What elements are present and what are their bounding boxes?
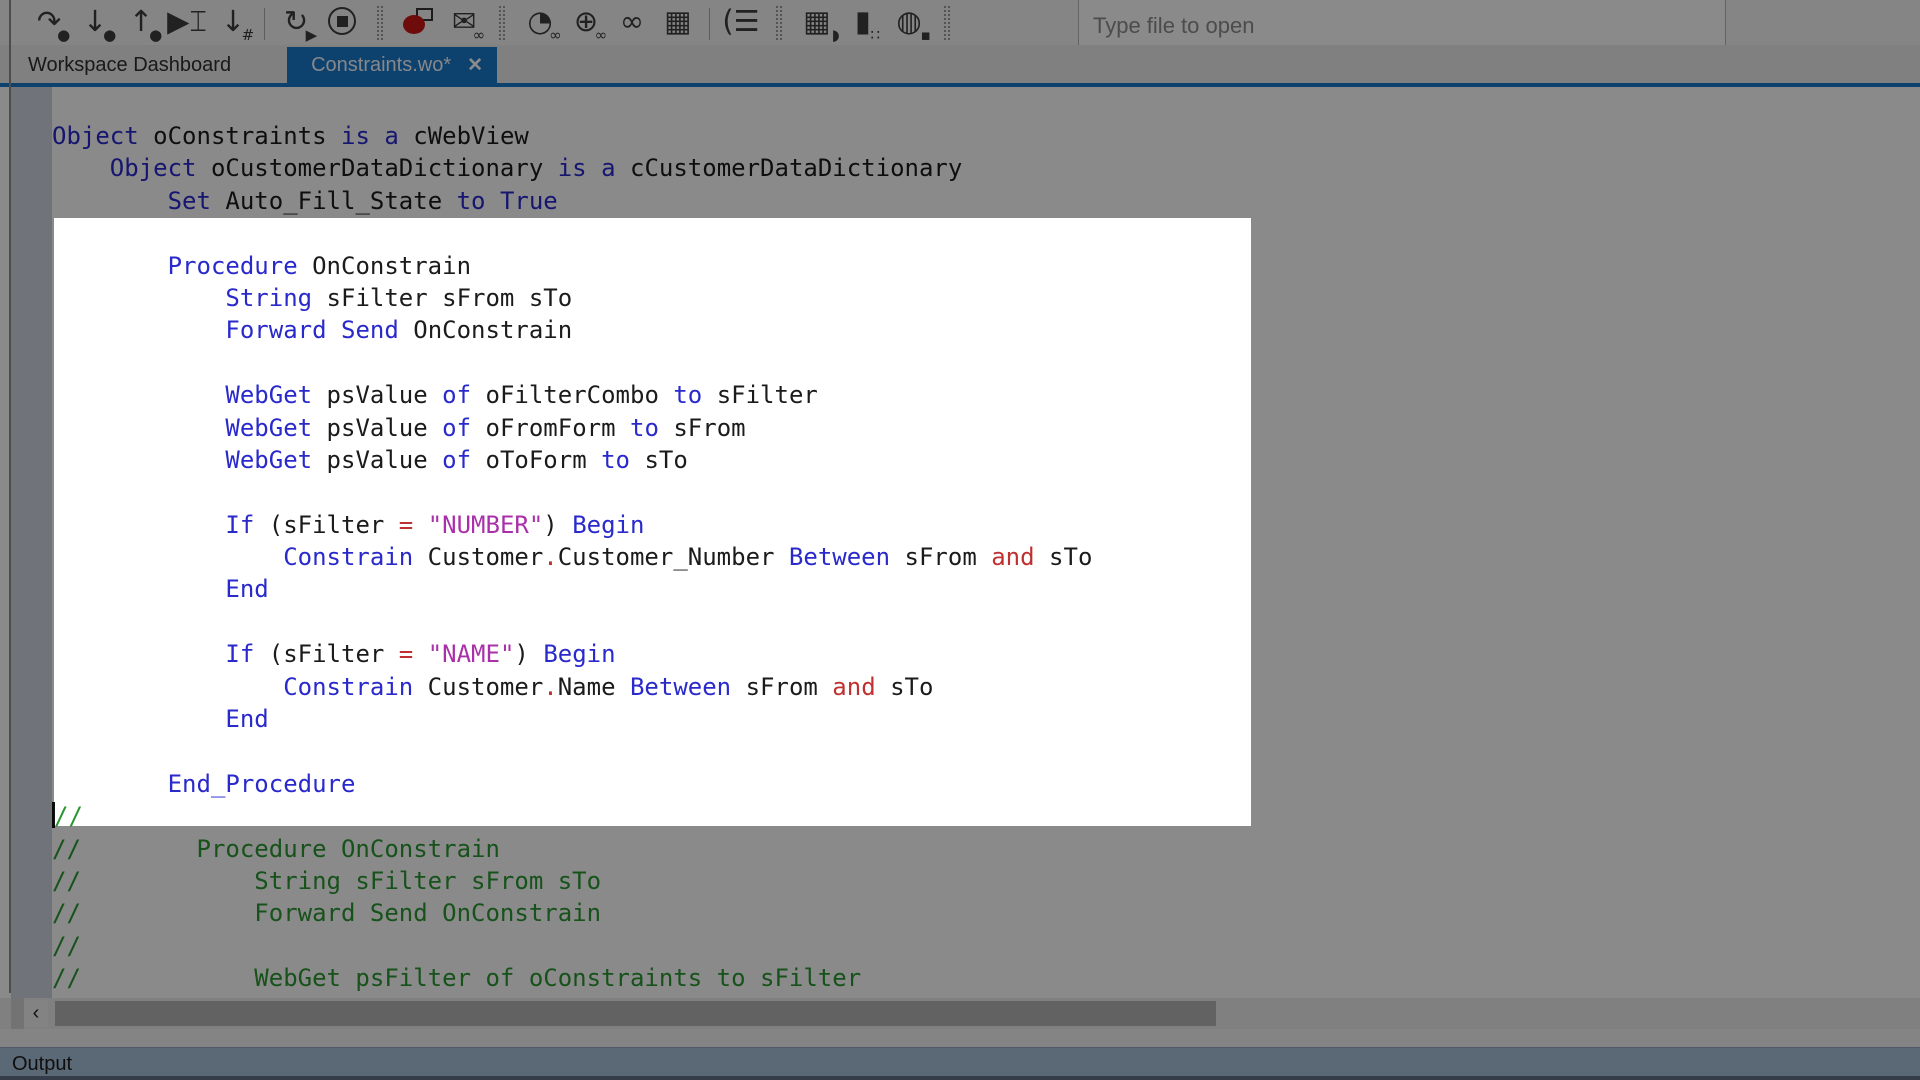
step-into-button[interactable]: ↓● xyxy=(72,0,118,44)
trace-message-icon: ✉∞ xyxy=(452,7,476,36)
stop-debugging-button[interactable] xyxy=(319,0,365,44)
toolbar-separator xyxy=(709,8,710,40)
toolbar-grip xyxy=(944,6,950,40)
code-line: Constrain Customer.Customer_Number Betwe… xyxy=(52,541,1092,573)
scrollbar-corner xyxy=(11,998,24,1029)
code-line: Set Auto_Fill_State to True xyxy=(52,185,1092,217)
code-line xyxy=(52,606,1092,638)
code-line: // WebGet psFilter of oConstraints to sF… xyxy=(52,962,1092,994)
code-line: Object oCustomerDataDictionary is a cCus… xyxy=(52,152,1092,184)
output-panel-label: Output xyxy=(0,1048,72,1076)
toggle-breakpoint-icon xyxy=(403,8,433,34)
toolbar-grip xyxy=(377,6,383,40)
tab-row: Workspace Dashboard Constraints.wo* ✕ xyxy=(0,45,1920,83)
panel-gap xyxy=(0,1029,1920,1047)
step-out-button[interactable]: ↑● xyxy=(118,0,164,44)
code-line: WebGet psValue of oFromForm to sFrom xyxy=(52,412,1092,444)
toggle-breakpoint-button[interactable] xyxy=(395,0,441,44)
watch-web-property-button[interactable]: ⊕∞ xyxy=(563,0,609,44)
watch-web-property-icon: ⊕∞ xyxy=(574,7,598,36)
database-builder-icon: ▮∷ xyxy=(855,7,871,36)
watch-expression-icon: ◔∞ xyxy=(527,7,552,36)
database-table-button[interactable]: ▦◗ xyxy=(794,0,840,44)
toolbar: ↷● ↓● ↑● ▶⌶ ↓# ↻▶ ✉∞ ◔∞ ⊕∞ ∞ ▦ (☰ ▦◗ ▮∷ ◍▪ xyxy=(0,0,1920,45)
code-line: String sFilter sFrom sTo xyxy=(52,282,1092,314)
tab-constraints-wo[interactable]: Constraints.wo* ✕ xyxy=(287,47,497,83)
scrollbar-thumb[interactable] xyxy=(55,1001,1216,1026)
stop-debugging-icon xyxy=(328,7,356,35)
call-stack-icon: (☰ xyxy=(722,7,759,36)
inspect-locals-icon: ∞ xyxy=(620,7,644,36)
database-builder-button[interactable]: ▮∷ xyxy=(840,0,886,44)
output-panel-edge xyxy=(0,1076,1920,1080)
database-table-icon: ▦◗ xyxy=(803,7,830,36)
trace-message-button[interactable]: ✉∞ xyxy=(441,0,487,44)
step-out-icon: ↑● xyxy=(129,7,153,36)
code-line: Procedure OnConstrain xyxy=(52,250,1092,282)
code-line: // String sFilter sFrom sTo xyxy=(52,865,1092,897)
code-line xyxy=(52,217,1092,249)
scroll-left-button[interactable]: ‹ xyxy=(24,1000,48,1027)
code-line: If (sFilter = "NAME") Begin xyxy=(52,638,1092,670)
code-editor[interactable]: Object oConstraints is a cWebView Object… xyxy=(52,120,1092,995)
tab-strip: Workspace Dashboard Constraints.wo* ✕ xyxy=(0,45,1920,83)
tab-label: Constraints.wo* xyxy=(311,54,451,77)
step-over-icon: ↷● xyxy=(37,7,61,36)
toolbar-grip xyxy=(499,6,505,40)
code-line: If (sFilter = "NUMBER") Begin xyxy=(52,509,1092,541)
code-line: WebGet psValue of oToForm to sTo xyxy=(52,444,1092,476)
tab-workspace-dashboard[interactable]: Workspace Dashboard xyxy=(10,47,249,83)
code-line xyxy=(52,347,1092,379)
web-database-button[interactable]: ◍▪ xyxy=(886,0,932,44)
toolbar-separator xyxy=(264,8,265,40)
code-line: End_Procedure xyxy=(52,768,1092,800)
toolbar-grip xyxy=(776,6,782,40)
data-grid-button[interactable]: ▦ xyxy=(655,0,701,44)
code-line: // xyxy=(52,930,1092,962)
editor-pane[interactable]: Object oConstraints is a cWebView Object… xyxy=(0,87,1920,998)
close-icon[interactable]: ✕ xyxy=(467,54,483,77)
code-line: Forward Send OnConstrain xyxy=(52,314,1092,346)
editor-gutter[interactable] xyxy=(11,87,52,998)
code-line: Object oConstraints is a cWebView xyxy=(52,120,1092,152)
file-open-input[interactable] xyxy=(1078,0,1726,45)
restart-debugging-icon: ↻▶ xyxy=(284,7,308,36)
tab-label: Workspace Dashboard xyxy=(28,54,231,77)
inspect-locals-button[interactable]: ∞ xyxy=(609,0,655,44)
restart-debugging-button[interactable]: ↻▶ xyxy=(273,0,319,44)
data-grid-icon: ▦ xyxy=(664,7,691,36)
step-count-icon: ↓# xyxy=(221,7,245,36)
watch-expression-button[interactable]: ◔∞ xyxy=(517,0,563,44)
code-line xyxy=(52,476,1092,508)
step-over-button[interactable]: ↷● xyxy=(26,0,72,44)
code-line: Constrain Customer.Name Between sFrom an… xyxy=(52,671,1092,703)
code-line: WebGet psValue of oFilterCombo to sFilte… xyxy=(52,379,1092,411)
run-to-cursor-icon: ▶⌶ xyxy=(167,7,207,36)
call-stack-button[interactable]: (☰ xyxy=(718,0,764,44)
step-count-button[interactable]: ↓# xyxy=(210,0,256,44)
run-to-cursor-button[interactable]: ▶⌶ xyxy=(164,0,210,44)
code-line: End xyxy=(52,703,1092,735)
code-line: // xyxy=(52,800,1092,832)
code-line: // Procedure OnConstrain xyxy=(52,833,1092,865)
panel-left-border xyxy=(9,0,11,993)
web-database-icon: ◍▪ xyxy=(896,7,921,36)
code-line xyxy=(52,735,1092,767)
step-into-icon: ↓● xyxy=(83,7,107,36)
code-line: // Forward Send OnConstrain xyxy=(52,897,1092,929)
horizontal-scrollbar[interactable]: ‹ xyxy=(0,998,1920,1029)
code-line: End xyxy=(52,573,1092,605)
